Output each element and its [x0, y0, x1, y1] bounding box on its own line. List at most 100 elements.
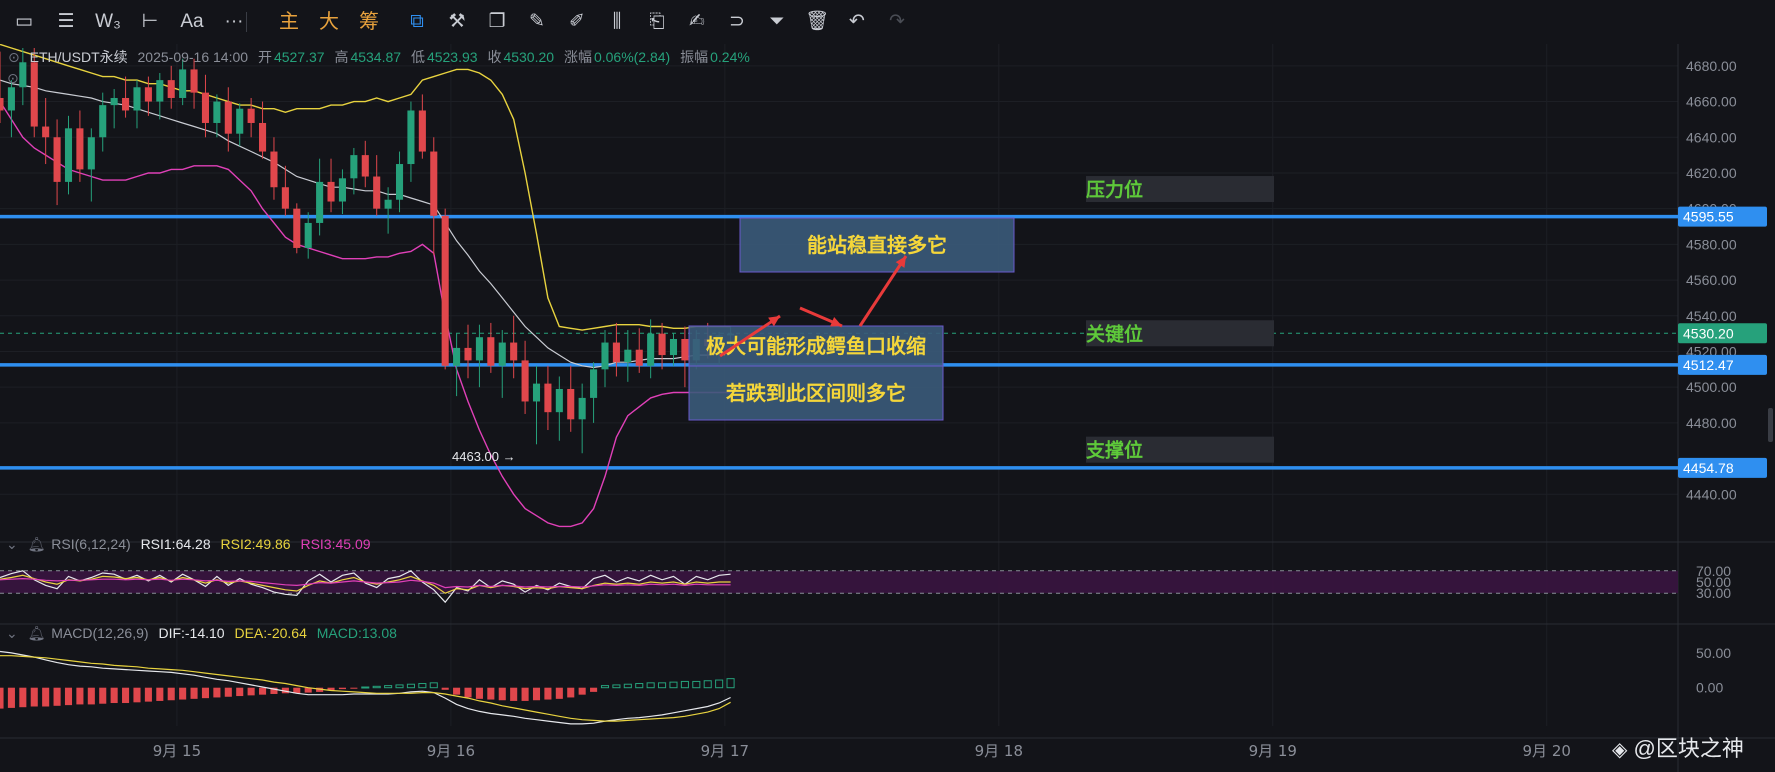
eye-icon[interactable]: ⊙ [7, 70, 19, 87]
change-value: 0.06%(2.84) [593, 49, 671, 65]
high-value: 4534.87 [350, 49, 402, 65]
price-tag-label: 4454.78 [1683, 460, 1734, 476]
macd-bar [201, 687, 210, 699]
macd-info-line: ⌄ 🔔︎ MACD(12,26,9) DIF:-14.10 DEA:-20.64… [6, 625, 403, 642]
macd-bar [259, 687, 267, 695]
collapse-icon[interactable]: ⌄ [6, 536, 18, 552]
candle-body [30, 62, 38, 127]
note-icon[interactable]: ✍ [682, 8, 712, 36]
candle-body [236, 108, 244, 134]
symbol-label[interactable]: ETH/USDT永续 [30, 49, 128, 65]
candle-body [601, 342, 609, 370]
amp-value: 0.24% [710, 49, 750, 65]
watermark-text: @区块之神 [1633, 736, 1744, 761]
macd-bar [0, 687, 4, 709]
candle-body [418, 110, 426, 152]
macd-bar [464, 687, 472, 698]
wave-icon[interactable]: W₃ [92, 8, 124, 36]
drawing-toolbar: ▭ ☰ W₃ ⊢ Aa ··· 主大筹 ⧉ ⚒ ❐ ✎ ✐ ⫼ ⎗ ✍ ⊃ ⏷ 🗑 ↶ ↷ [0, 0, 1775, 45]
price-tick-label: 4660.00 [1686, 94, 1737, 110]
note-dip-text: 若跌到此区间则多它 [725, 381, 906, 405]
candle-body [179, 69, 187, 98]
candle-body [612, 342, 620, 363]
copy-icon[interactable]: ❐ [482, 8, 512, 36]
rsi1-value: RSI1:64.28 [140, 536, 211, 552]
chart-canvas[interactable]: 4680.004660.004640.004620.004600.004580.… [0, 44, 1775, 772]
tools-icon[interactable]: ⚒ [442, 8, 472, 36]
bell-icon[interactable]: 🔔︎ [28, 536, 46, 552]
rsi3-value: RSI3:45.09 [300, 536, 371, 552]
candle-body [361, 155, 369, 177]
candle-body [304, 222, 312, 248]
candle-body [144, 87, 152, 102]
candle-body [293, 208, 301, 248]
support-level-label: 支撑位 [1085, 439, 1143, 462]
candle-body [544, 383, 552, 413]
candle-body [259, 122, 267, 152]
close-value: 4530.20 [503, 49, 555, 65]
tab-chips[interactable]: 筹 [354, 8, 384, 36]
tab-big[interactable]: 大 [314, 8, 344, 36]
pen-icon[interactable]: ✐ [562, 8, 592, 36]
ruler-icon[interactable]: ✎ [522, 8, 552, 36]
macd-bar [555, 687, 563, 699]
candle-body [532, 383, 541, 402]
candle-body [624, 349, 632, 363]
rsi-info-line: ⌄ 🔔︎ RSI(6,12,24) RSI1:64.28 RSI2:49.86 … [6, 536, 377, 553]
candle-body [76, 128, 84, 170]
macd-bar [64, 687, 73, 706]
date-tick-label: 9月 15 [153, 742, 201, 760]
settings-icon[interactable]: ⊙ [8, 49, 20, 65]
price-tick-label: 4560.00 [1686, 272, 1737, 288]
candle-body [7, 87, 15, 111]
macd-bar [590, 687, 598, 692]
collapse-icon[interactable]: ⌄ [6, 625, 18, 641]
candle-body [42, 126, 50, 138]
macd-bar [42, 687, 50, 707]
filter-icon[interactable]: ⏷ [762, 8, 792, 36]
macd-bar [190, 687, 198, 699]
clipboard-icon[interactable]: ⎗ [642, 8, 672, 36]
macd-tick-label: 50.00 [1696, 645, 1731, 661]
macd-name: MACD(12,26,9) [51, 625, 149, 641]
macd-bar [213, 687, 221, 698]
candle-body [555, 388, 563, 413]
candle-body [338, 178, 346, 202]
trash-icon[interactable]: 🗑 [802, 8, 832, 36]
macd-bar [498, 687, 506, 701]
redo-icon[interactable]: ↷ [882, 8, 912, 36]
dif-value: DIF:-14.10 [158, 625, 225, 641]
candle-body [430, 151, 438, 216]
macd-bar [19, 687, 27, 708]
datetime-label: 2025-09-16 14:00 [137, 49, 249, 65]
candle-body [270, 151, 278, 188]
candle-body [669, 338, 678, 356]
candle-body [395, 164, 404, 200]
macd-bar [87, 687, 95, 705]
rectangle-icon[interactable]: ▭ [8, 8, 40, 36]
undo-icon[interactable]: ↶ [842, 8, 872, 36]
low-price-marker: 4463.00 → [452, 449, 516, 464]
macd-bar [453, 687, 461, 695]
tab-main[interactable]: 主 [274, 8, 304, 36]
change-label: 涨幅 [563, 49, 592, 65]
open-value: 4527.37 [273, 49, 325, 65]
lines-icon[interactable]: ☰ [50, 8, 82, 36]
key-level-label: 关键位 [1086, 322, 1143, 345]
watermark: ◈ @区块之神 [1612, 731, 1744, 763]
macd-bar [30, 687, 38, 707]
candle-body [441, 215, 449, 366]
font-icon[interactable]: Aa [176, 8, 208, 36]
macd-bar [350, 687, 358, 689]
macd-bar [544, 687, 552, 700]
macd-bar [144, 687, 152, 702]
horizontal-line-icon[interactable]: ⊢ [134, 8, 166, 36]
high-label: 高 [334, 49, 349, 65]
rsi-name: RSI(6,12,24) [51, 536, 131, 552]
indicator-edit-icon[interactable]: ⧉ [402, 8, 432, 36]
bell-icon[interactable]: 🔔︎ [28, 625, 46, 641]
magnet-icon[interactable]: ⊃ [722, 8, 752, 36]
macd-value: MACD:13.08 [316, 625, 397, 641]
candle-body [475, 337, 483, 361]
candles-icon[interactable]: ⫼ [602, 8, 632, 36]
